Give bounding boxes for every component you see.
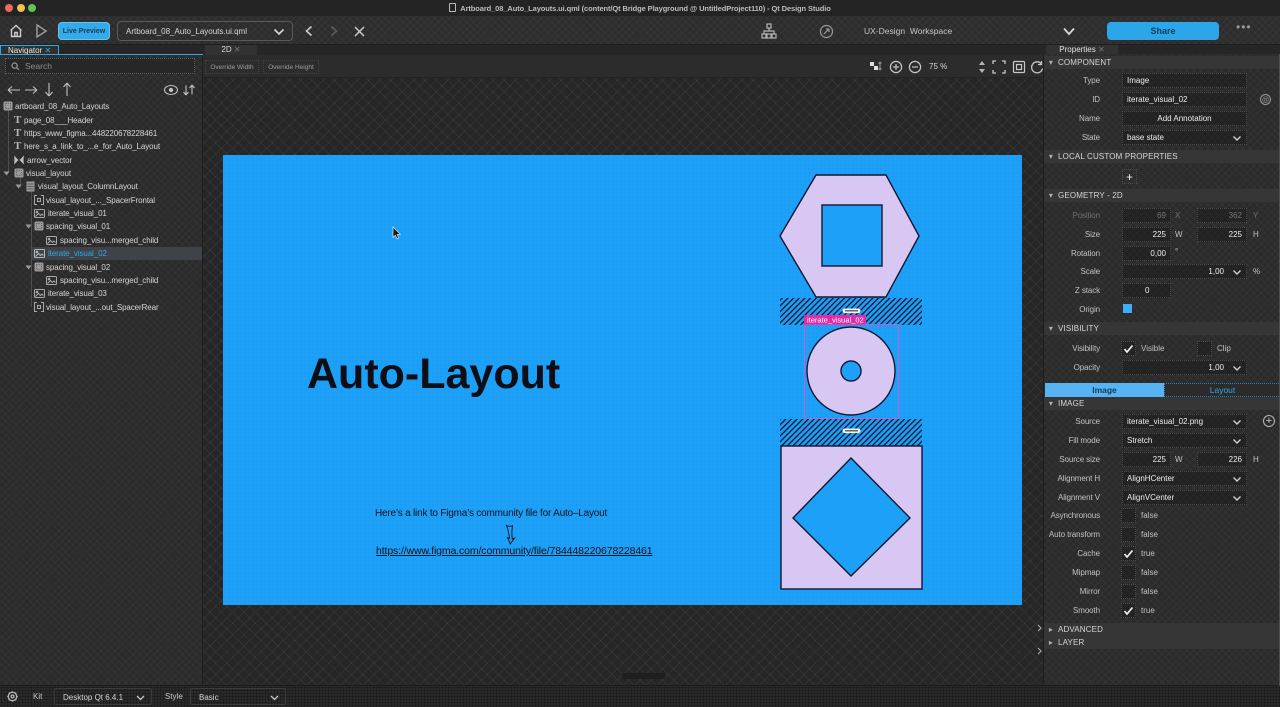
svg-text:iterate_visual_02: iterate_visual_02 bbox=[807, 316, 864, 325]
